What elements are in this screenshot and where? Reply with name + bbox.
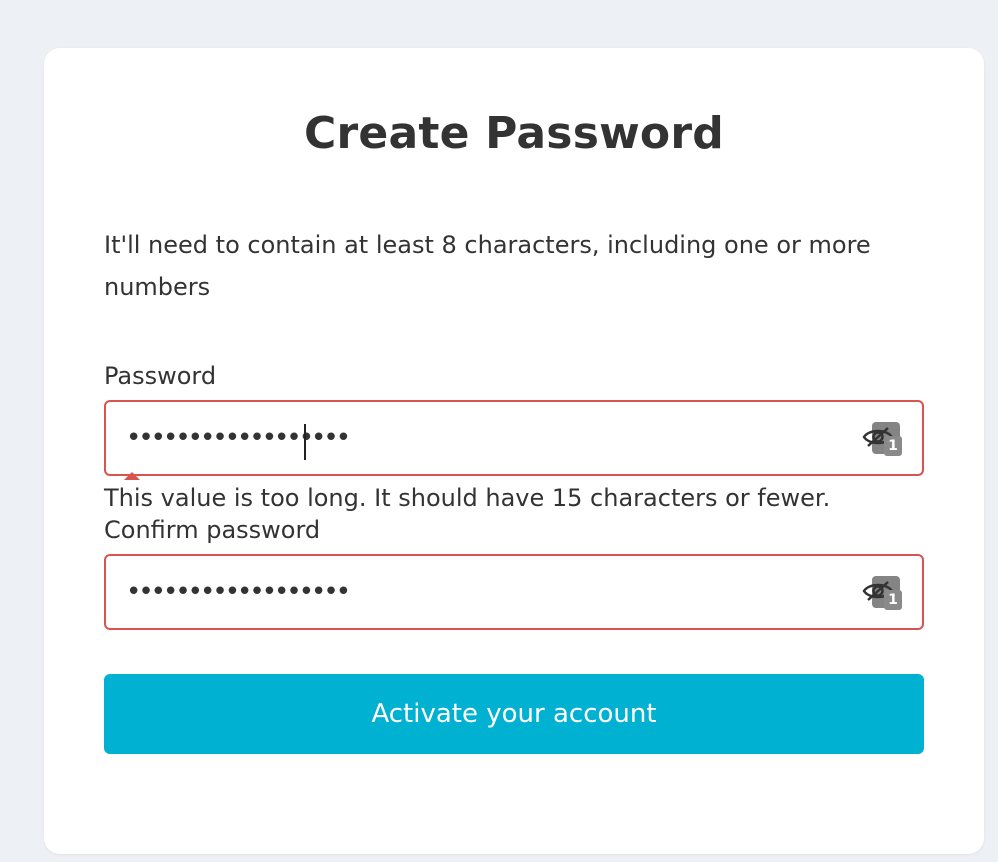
confirm-password-field[interactable]: •••••••••••••••••• 1 [104,554,924,630]
password-requirements-text: It'll need to contain at least 8 charact… [104,231,871,301]
show-confirm-password-toggle[interactable]: 1 [862,576,906,612]
password-input-value[interactable]: •••••••••••••••••• [126,416,351,460]
confirm-password-input-value[interactable]: •••••••••••••••••• [126,570,351,614]
confirm-password-label: Confirm password [104,516,321,544]
password-error-message: This value is too long. It should have 1… [104,484,831,512]
error-tooltip-arrow [124,472,140,480]
activate-account-button[interactable]: Activate your account [104,674,924,754]
password-field[interactable]: •••••••••••••••••• 1 [104,400,924,476]
text-caret [304,424,306,460]
password-label: Password [104,362,217,390]
show-password-toggle[interactable]: 1 [862,422,906,458]
badge-number: 1 [884,436,902,456]
badge-number: 1 [884,590,902,610]
page-title: Create Password [304,108,724,159]
